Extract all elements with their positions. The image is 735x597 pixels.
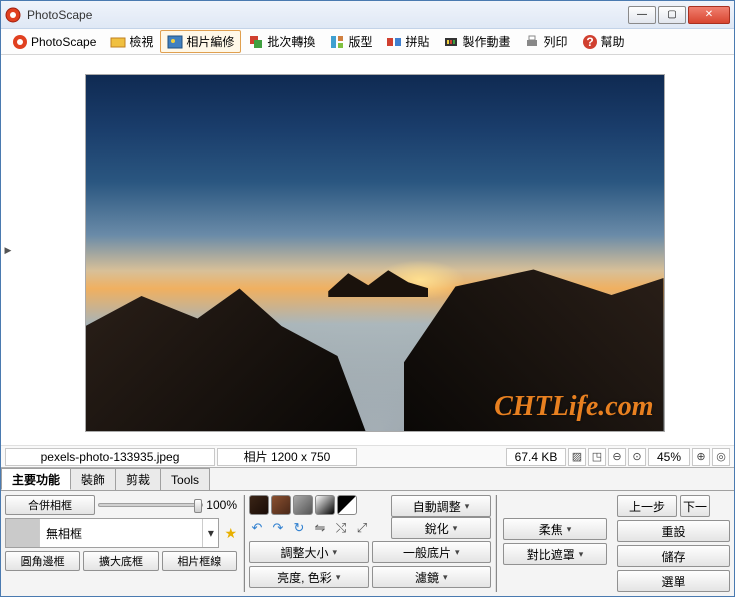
star-icon[interactable]: ★ (224, 525, 237, 542)
maximize-button[interactable]: ▢ (658, 6, 686, 24)
print-icon (524, 34, 540, 50)
effect-column: 柔焦 對比遮罩 (503, 495, 607, 592)
window-title: PhotoScape (27, 8, 628, 22)
chevron-down-icon: ▾ (202, 519, 218, 547)
swatch-gray[interactable] (293, 495, 313, 515)
reset-button[interactable]: 重設 (617, 520, 730, 542)
info-icon[interactable]: ◳ (588, 448, 606, 466)
photo-preview: CHTLife.com (85, 74, 665, 432)
filesize-field: 67.4 KB (506, 448, 566, 466)
checker-icon[interactable]: ▨ (568, 448, 586, 466)
film-button[interactable]: 一般底片 (372, 541, 492, 563)
close-button[interactable]: ✕ (688, 6, 730, 24)
menu-button[interactable]: 選單 (617, 570, 730, 592)
action-column: 上一步 下一 重設 儲存 選單 (613, 495, 730, 592)
tab-decorate[interactable]: 裝飾 (70, 468, 116, 490)
swatch-invert[interactable] (337, 495, 357, 515)
photo-border-button[interactable]: 相片框線 (162, 551, 237, 571)
rotate-right-icon[interactable]: ↷ (270, 520, 286, 536)
status-bar: pexels-photo-133935.jpeg 相片 1200 x 750 6… (1, 445, 734, 467)
side-panel-toggle[interactable]: ▶ (1, 55, 15, 445)
tab-print[interactable]: 列印 (517, 30, 574, 53)
frame-column: 合併相框 100% 無相框 ▾ ★ 圓角邊框 擴大底框 相片框線 (5, 495, 237, 592)
flip-v-icon[interactable]: ⤭ (333, 520, 349, 536)
swatch-row: 自動調整 (249, 495, 491, 515)
minimize-button[interactable]: — (628, 6, 656, 24)
tab-tools[interactable]: Tools (160, 468, 210, 490)
save-button[interactable]: 儲存 (617, 545, 730, 567)
zoom-reset-button[interactable]: ◎ (712, 448, 730, 466)
page-icon (329, 34, 345, 50)
swatch-bw[interactable] (315, 495, 335, 515)
frame-dropdown[interactable]: 無相框 ▾ (5, 518, 219, 548)
watermark-text: CHTLife.com (494, 391, 653, 423)
tab-page[interactable]: 版型 (322, 30, 379, 53)
folder-icon (110, 34, 126, 50)
tab-help[interactable]: ?幫助 (575, 30, 632, 53)
titlebar: PhotoScape — ▢ ✕ (1, 1, 734, 29)
globe-icon (12, 34, 28, 50)
filename-field: pexels-photo-133935.jpeg (5, 448, 215, 466)
adjust-column: 自動調整 ↶ ↷ ↻ ⇋ ⤭ ⤢ 銳化 調整大小 一般底片 亮度, 色 (243, 495, 497, 592)
tab-photoscape[interactable]: PhotoScape (5, 31, 103, 53)
merge-frame-button[interactable]: 合併相框 (5, 495, 95, 515)
editor-panel: 主要功能 裝飾 剪裁 Tools 合併相框 100% 無相框 ▾ ★ (1, 467, 734, 596)
window-controls: — ▢ ✕ (628, 6, 730, 24)
gif-icon (443, 34, 459, 50)
zoom-fit-button[interactable]: ⊙ (628, 448, 646, 466)
zoom-out-button[interactable]: ⊖ (608, 448, 626, 466)
resize-button[interactable]: 調整大小 (249, 541, 369, 563)
batch-icon (248, 34, 264, 50)
rotate-cw-icon[interactable]: ↻ (291, 520, 307, 536)
canvas-area: ▶ CHTLife.com (1, 55, 734, 445)
contrast-mask-button[interactable]: 對比遮罩 (503, 543, 607, 565)
tab-editor[interactable]: 相片編修 (160, 30, 241, 53)
app-window: PhotoScape — ▢ ✕ PhotoScape 檢視 相片編修 批次轉換… (0, 0, 735, 597)
editor-tabs: 主要功能 裝飾 剪裁 Tools (1, 468, 734, 490)
help-icon: ? (582, 34, 598, 50)
combine-icon (386, 34, 402, 50)
brightness-button[interactable]: 亮度, 色彩 (249, 566, 369, 588)
flip-h-icon[interactable]: ⇋ (312, 520, 328, 536)
round-frame-button[interactable]: 圓角邊框 (5, 551, 80, 571)
frame-opacity-slider[interactable] (98, 503, 203, 507)
sharpen-button[interactable]: 銳化 (391, 517, 491, 539)
tab-main[interactable]: 主要功能 (1, 468, 71, 490)
chevron-right-icon: ▶ (5, 245, 12, 256)
undo-button[interactable]: 上一步 (617, 495, 677, 517)
rotate-left-icon[interactable]: ↶ (249, 520, 265, 536)
main-toolbar: PhotoScape 檢視 相片編修 批次轉換 版型 拼貼 製作動畫 列印 ?幫… (1, 29, 734, 55)
auto-adjust-button[interactable]: 自動調整 (391, 495, 491, 517)
tab-batch[interactable]: 批次轉換 (241, 30, 322, 53)
app-icon (5, 7, 21, 23)
tab-view[interactable]: 檢視 (103, 30, 160, 53)
zoom-field: 45% (648, 448, 690, 466)
dimensions-field: 相片 1200 x 750 (217, 448, 357, 466)
photo-icon (167, 34, 183, 50)
tab-gif[interactable]: 製作動畫 (436, 30, 517, 53)
filter-button[interactable]: 濾鏡 (372, 566, 492, 588)
slider-value: 100% (206, 498, 237, 512)
svg-text:?: ? (586, 35, 593, 49)
swatch-sepia-dark[interactable] (249, 495, 269, 515)
swatch-sepia[interactable] (271, 495, 291, 515)
image-viewport[interactable]: CHTLife.com (15, 55, 734, 445)
soft-focus-button[interactable]: 柔焦 (503, 518, 607, 540)
expand-frame-button[interactable]: 擴大底框 (83, 551, 158, 571)
frame-thumbnail (6, 519, 40, 547)
panel-body: 合併相框 100% 無相框 ▾ ★ 圓角邊框 擴大底框 相片框線 (1, 490, 734, 596)
tab-combine[interactable]: 拼貼 (379, 30, 436, 53)
expand-icon[interactable]: ⤢ (354, 520, 370, 536)
zoom-in-button[interactable]: ⊕ (692, 448, 710, 466)
redo-button[interactable]: 下一 (680, 495, 710, 517)
tab-crop[interactable]: 剪裁 (115, 468, 161, 490)
frame-label: 無相框 (40, 519, 202, 547)
